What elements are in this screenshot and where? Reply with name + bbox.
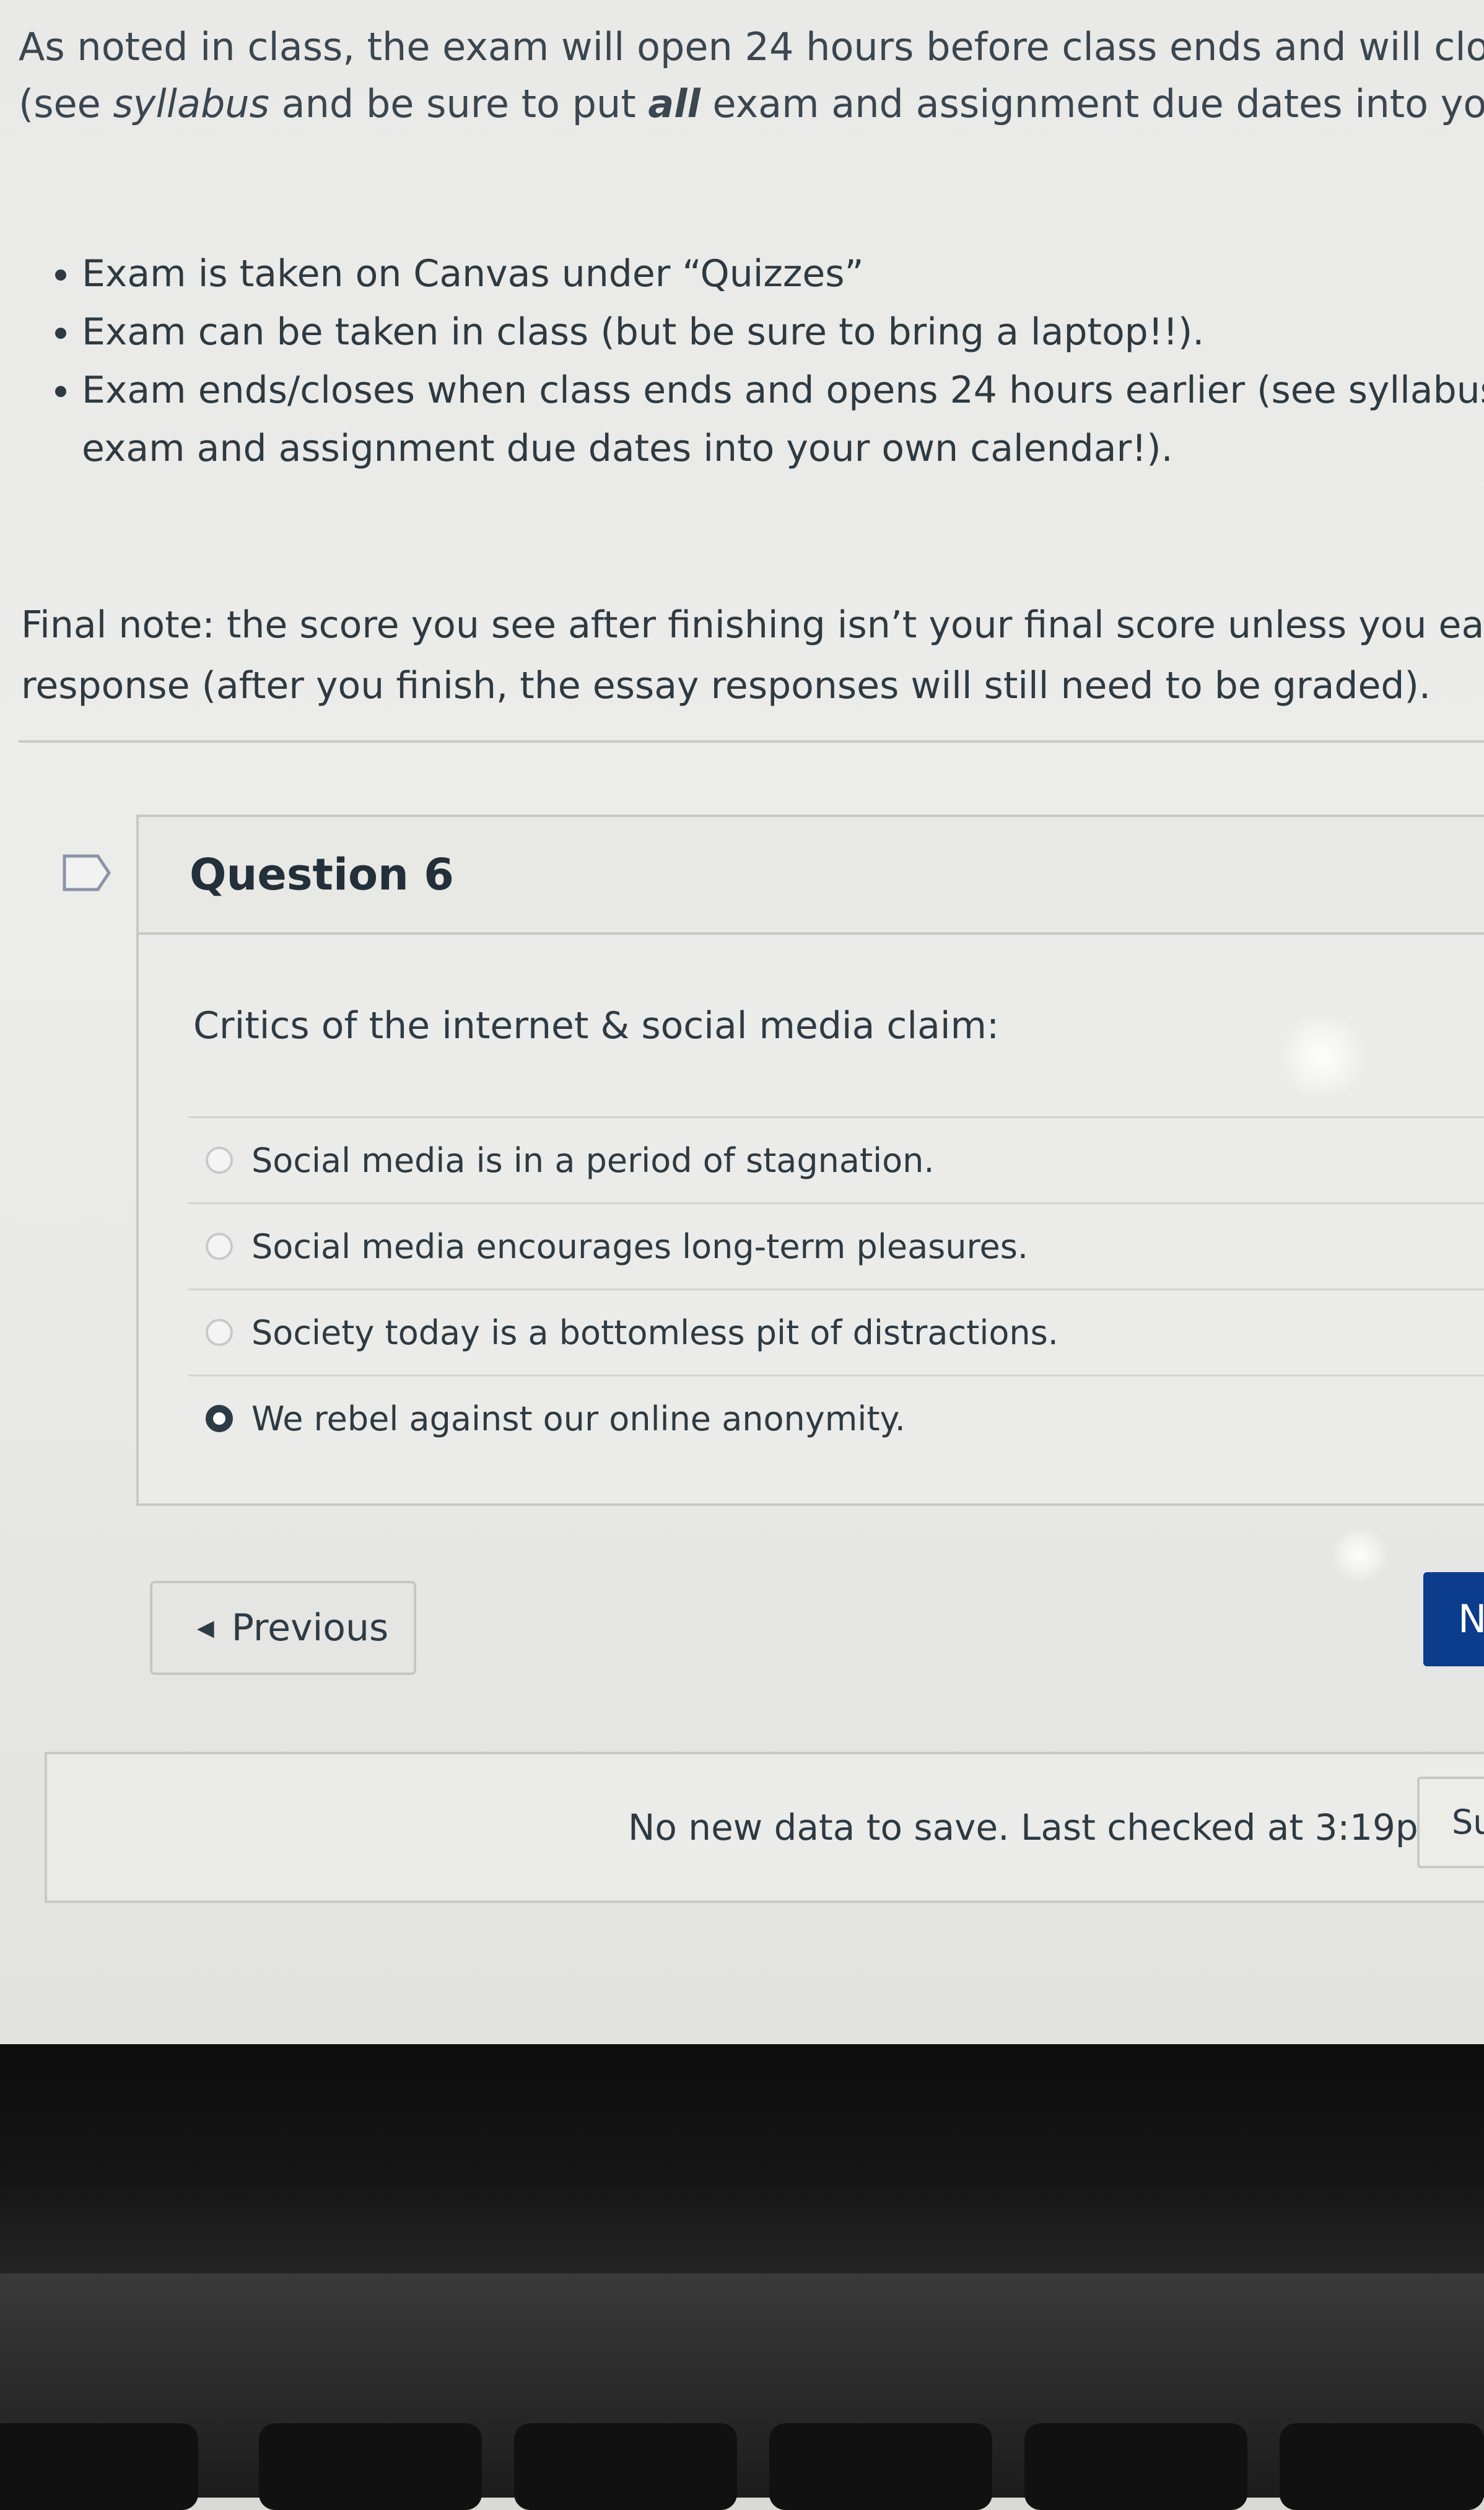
answer-option[interactable]: Society today is a bottomless pit of dis… <box>188 1288 1484 1375</box>
intro-line-2: (see syllabus and be sure to put all exa… <box>19 76 1484 133</box>
previous-label: Previous <box>231 1606 389 1650</box>
keyboard-key <box>769 2423 992 2510</box>
final-note-line-1: Final note: the score you see after fini… <box>21 603 1484 647</box>
answer-label: Social media is in a period of stagnatio… <box>251 1140 935 1180</box>
save-status-text: No new data to save. Last checked at 3:1… <box>628 1806 1454 1848</box>
laptop-keyboard <box>0 2273 1484 2498</box>
bullet-item-continuation: exam and assignment due dates into your … <box>82 427 1173 470</box>
radio-button[interactable] <box>206 1233 233 1260</box>
final-note: Final note: the score you see after fini… <box>21 595 1484 716</box>
question-prompt: Critics of the internet & social media c… <box>193 1004 1000 1047</box>
caret-left-icon: ◀ <box>197 1615 214 1641</box>
submit-quiz-button[interactable]: Su <box>1417 1777 1484 1868</box>
all-emphasis: all <box>648 81 701 126</box>
bullet-item: Exam ends/closes when class ends and ope… <box>82 361 1484 419</box>
intro-text: exam and assignment due dates into your … <box>712 81 1484 126</box>
answer-list: Social media is in a period of stagnatio… <box>188 1116 1484 1461</box>
answer-label: We rebel against our online anonymity. <box>251 1399 906 1438</box>
bullet-item: Exam is taken on Canvas under “Quizzes” <box>82 245 1484 303</box>
keyboard-key <box>0 2423 198 2510</box>
radio-button[interactable] <box>206 1147 233 1174</box>
syllabus-emphasis: syllabus <box>113 81 269 126</box>
answer-label: Social media encourages long-term pleasu… <box>251 1227 1029 1266</box>
intro-line-1: As noted in class, the exam will open 24… <box>19 24 1484 69</box>
flag-bookmark-icon[interactable] <box>62 854 111 892</box>
answer-option[interactable]: Social media is in a period of stagnatio… <box>188 1116 1484 1202</box>
keyboard-key <box>1280 2423 1484 2510</box>
final-note-line-2: response (after you finish, the essay re… <box>21 664 1431 707</box>
exam-intro-text: As noted in class, the exam will open 24… <box>19 19 1484 133</box>
answer-option-selected[interactable]: We rebel against our online anonymity. <box>188 1375 1484 1461</box>
screen-glare <box>1332 1527 1387 1583</box>
next-button[interactable]: N <box>1423 1572 1484 1666</box>
keyboard-key <box>514 2423 737 2510</box>
question-title: Question 6 <box>190 849 454 900</box>
bullet-item: Exam can be taken in class (but be sure … <box>82 303 1484 361</box>
laptop-bezel <box>0 2044 1484 2273</box>
previous-button[interactable]: ◀ Previous <box>150 1581 416 1675</box>
intro-text: (see <box>19 81 113 126</box>
divider <box>19 740 1484 743</box>
question-card: Question 6 Critics of the internet & soc… <box>136 815 1484 1506</box>
radio-button[interactable] <box>206 1319 233 1346</box>
keyboard-key <box>259 2423 482 2510</box>
keyboard-key <box>1024 2423 1247 2510</box>
exam-info-list: Exam is taken on Canvas under “Quizzes” … <box>37 245 1484 478</box>
radio-button-checked[interactable] <box>206 1405 233 1432</box>
question-header: Question 6 <box>139 817 1484 935</box>
intro-text: and be sure to put <box>269 81 648 126</box>
browser-viewport: As noted in class, the exam will open 24… <box>0 0 1484 2044</box>
quiz-save-bar: No new data to save. Last checked at 3:1… <box>45 1752 1484 1903</box>
answer-option[interactable]: Social media encourages long-term pleasu… <box>188 1202 1484 1288</box>
screen-glare <box>1276 1016 1369 1096</box>
answer-label: Society today is a bottomless pit of dis… <box>251 1313 1058 1352</box>
